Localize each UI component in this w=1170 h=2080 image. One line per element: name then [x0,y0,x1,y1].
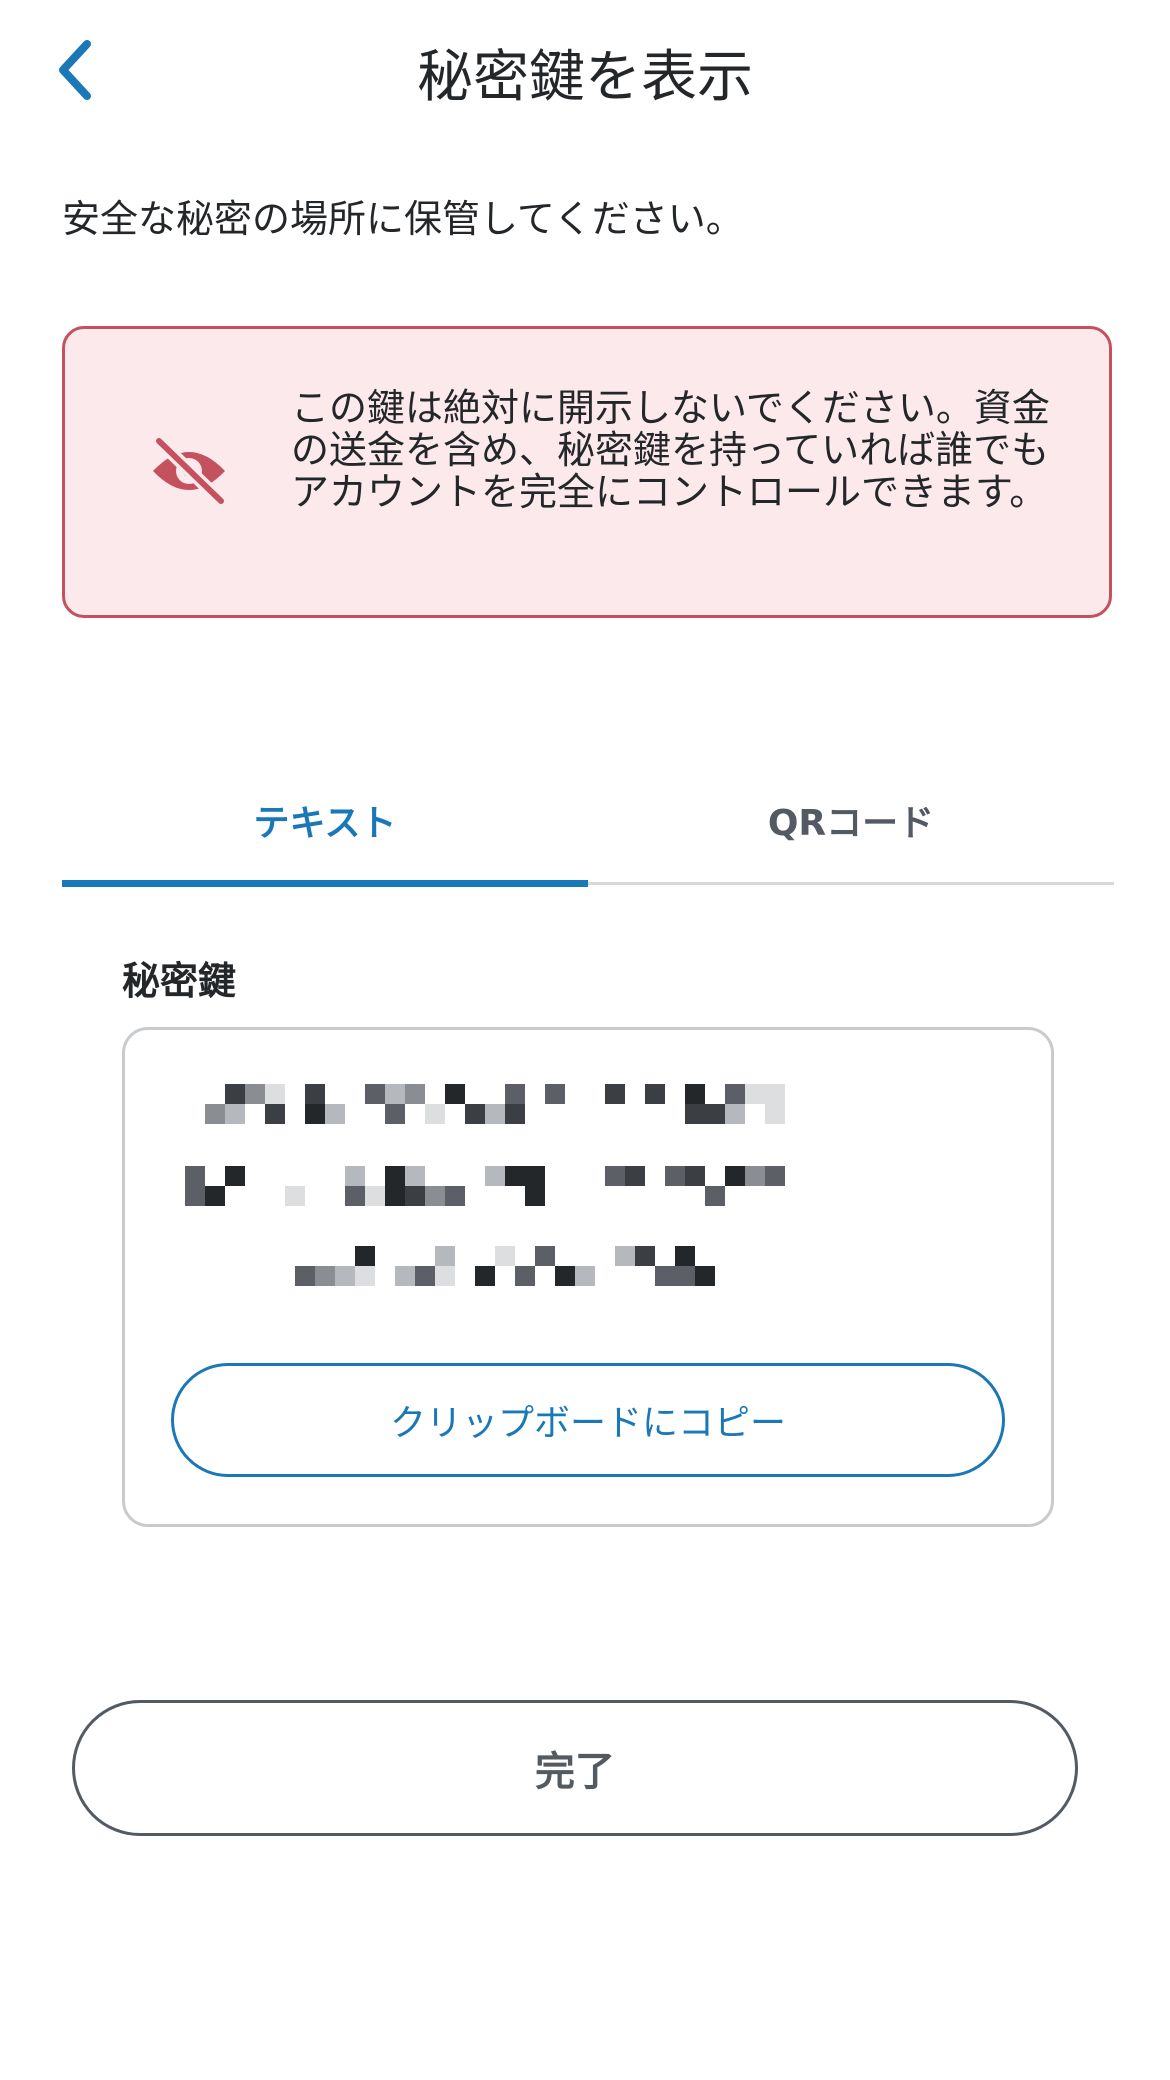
redaction-pixel [185,1166,205,1186]
redaction-pixel [435,1266,455,1286]
redaction-pixel [745,1084,765,1104]
eye-slash-icon [152,437,228,505]
redaction-pixel [555,1266,575,1286]
redaction-pixel [645,1084,665,1104]
tab-text[interactable]: テキスト [62,760,588,880]
redaction-pixel [225,1104,245,1124]
redaction-pixel [265,1084,285,1104]
redaction-pixel [325,1104,345,1124]
redaction-pixel [495,1246,515,1266]
private-key-box: クリップボードにコピー [122,1027,1054,1527]
redaction-pixel [605,1166,625,1186]
redaction-pixel [465,1104,485,1124]
redaction-pixel [345,1186,365,1206]
redaction-pixel [705,1104,725,1124]
redaction-pixel [295,1266,315,1286]
redaction-pixel [675,1266,695,1286]
redaction-pixel [545,1084,565,1104]
warning-banner: この鍵は絶対に開示しないでください。資金の送金を含め、秘密鍵を持っていれば誰でも… [62,326,1112,618]
redaction-pixel [575,1266,595,1286]
redaction-pixel [225,1084,245,1104]
redaction-pixel [505,1084,525,1104]
warning-text: この鍵は絶対に開示しないでください。資金の送金を含め、秘密鍵を持っていれば誰でも… [291,386,1050,514]
redaction-pixel [385,1104,405,1124]
redaction-pixel [225,1166,245,1186]
redaction-pixel [385,1084,405,1104]
redaction-pixel [725,1084,745,1104]
done-button[interactable]: 完了 [72,1700,1078,1836]
redaction-pixel [335,1266,355,1286]
redaction-pixel [625,1166,645,1186]
redaction-pixel [205,1186,225,1206]
private-key-value-redacted[interactable] [185,1084,995,1334]
redaction-pixel [205,1104,225,1124]
redaction-pixel [685,1084,705,1104]
redaction-pixel [365,1186,385,1206]
redaction-pixel [355,1246,375,1266]
redaction-pixel [765,1104,785,1124]
redaction-pixel [385,1166,405,1186]
redaction-pixel [315,1266,335,1286]
redaction-pixel [745,1166,765,1186]
tab-active-indicator [62,880,588,887]
redaction-pixel [605,1084,625,1104]
redaction-pixel [505,1104,525,1124]
private-key-label: 秘密鍵 [122,959,237,1003]
redaction-pixel [475,1266,495,1286]
redaction-pixel [445,1186,465,1206]
redaction-pixel [485,1104,505,1124]
redaction-pixel [305,1084,325,1104]
redaction-pixel [425,1186,445,1206]
redaction-pixel [415,1266,435,1286]
redaction-pixel [725,1166,745,1186]
redaction-pixel [405,1186,425,1206]
header: 秘密鍵を表示 [0,0,1170,140]
redaction-pixel [285,1186,305,1206]
redaction-pixel [665,1166,685,1186]
redaction-pixel [395,1266,415,1286]
instruction-text: 安全な秘密の場所に保管してください。 [62,197,744,241]
tab-bar: テキスト QRコード [62,760,1114,890]
page-title: 秘密鍵を表示 [417,45,753,110]
redaction-pixel [765,1166,785,1186]
redaction-pixel [525,1186,545,1206]
redaction-pixel [525,1166,545,1186]
redaction-pixel [725,1104,745,1124]
redaction-pixel [695,1266,715,1286]
redaction-pixel [615,1246,635,1266]
redaction-pixel [705,1186,725,1206]
redaction-pixel [675,1246,695,1266]
redaction-pixel [635,1246,655,1266]
redaction-pixel [265,1104,285,1124]
redaction-pixel [655,1266,675,1286]
redaction-pixel [365,1084,385,1104]
redaction-pixel [515,1266,535,1286]
redaction-pixel [435,1246,455,1266]
tab-qr-code[interactable]: QRコード [588,760,1114,880]
redaction-pixel [485,1166,505,1186]
redaction-pixel [445,1084,465,1104]
redaction-pixel [405,1166,425,1186]
redaction-pixel [345,1166,365,1186]
redaction-pixel [505,1166,525,1186]
redaction-pixel [385,1186,405,1206]
redaction-pixel [765,1084,785,1104]
redaction-pixel [305,1104,325,1124]
copy-to-clipboard-button[interactable]: クリップボードにコピー [171,1363,1005,1477]
redaction-pixel [405,1084,425,1104]
redaction-pixel [245,1084,265,1104]
redaction-pixel [185,1186,205,1206]
redaction-pixel [535,1246,555,1266]
redaction-pixel [355,1266,375,1286]
redaction-pixel [425,1104,445,1124]
redaction-pixel [685,1166,705,1186]
redaction-pixel [685,1104,705,1124]
